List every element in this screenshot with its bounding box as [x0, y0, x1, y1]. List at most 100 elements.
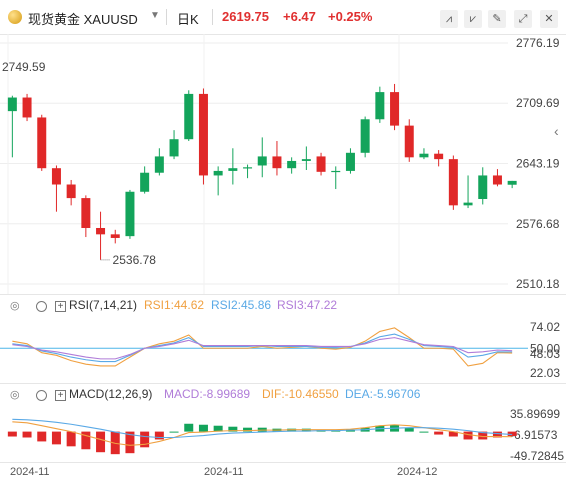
macd-name: MACD(12,26,9)	[69, 387, 153, 401]
add-icon[interactable]: +	[55, 390, 66, 401]
low-annotation: 2536.78	[113, 253, 157, 267]
candle-body	[213, 170, 223, 176]
candle-body	[257, 156, 267, 166]
candle-body	[184, 93, 194, 140]
candle-body	[404, 125, 414, 158]
candle-body	[507, 180, 517, 185]
dea-value: DEA:-5.96706	[345, 387, 421, 401]
y-axis-label: 2510.18	[516, 277, 560, 291]
instrument-name: 现货黄金	[28, 12, 81, 27]
macd-bar	[184, 423, 194, 432]
macd-bar	[96, 431, 106, 453]
candle-body	[448, 159, 458, 206]
chevron-down-icon[interactable]: ▼	[150, 10, 160, 21]
candle-body	[272, 156, 282, 169]
instrument-symbol: XAUUSD	[83, 12, 138, 27]
gold-coin-icon	[8, 10, 22, 24]
gear-icon[interactable]	[36, 390, 47, 401]
candle-body	[7, 97, 17, 112]
candle-body	[287, 160, 297, 169]
rsi-axis-label: 74.02	[530, 320, 560, 334]
macd-bar	[66, 431, 76, 447]
settings-icon[interactable]: ✕	[540, 10, 558, 28]
macd-bar	[198, 424, 208, 432]
candle-body	[419, 153, 429, 158]
candle-up	[345, 148, 355, 174]
candle-down	[448, 155, 458, 210]
candle-body	[301, 159, 311, 161]
candle-up	[213, 166, 223, 196]
candle-up	[7, 95, 17, 158]
high-annotation: 2749.59	[2, 60, 46, 74]
candle-down	[22, 93, 32, 122]
draw-line-icon[interactable]: ⩘	[440, 10, 458, 28]
candle-up	[125, 189, 135, 239]
candle-body	[316, 156, 326, 172]
candle-body	[81, 198, 91, 228]
macd-value: MACD:-8.99689	[164, 387, 251, 401]
candle-body	[360, 119, 370, 153]
candle-body	[125, 191, 135, 237]
candle-up	[228, 148, 238, 185]
candle-body	[375, 92, 385, 120]
rsi-axis-label: 48.03	[530, 347, 560, 361]
y-axis-label: 2776.19	[516, 36, 560, 50]
candle-body	[228, 168, 238, 171]
macd-bar	[7, 431, 17, 437]
candle-down	[272, 141, 282, 176]
gear-icon[interactable]	[36, 301, 47, 312]
macd-pane[interactable]: 35.89699 -6.91573 -49.72845	[0, 405, 566, 462]
add-icon[interactable]: +	[55, 301, 66, 312]
candlestick-chart[interactable]: 2776.19 2709.69 2643.19 2576.68 2510.18 2749.…	[0, 34, 566, 294]
rsi-pane[interactable]: 74.0250.0048.0322.03	[0, 316, 566, 382]
macd-bar	[419, 431, 429, 433]
candle-body	[390, 92, 400, 126]
candle-up	[287, 157, 297, 174]
candle-body	[169, 139, 179, 157]
y-axis-label: 2709.69	[516, 96, 560, 110]
draw-ray-icon[interactable]: ⩗	[464, 10, 482, 28]
candle-down	[390, 83, 400, 131]
candle-up	[463, 175, 473, 209]
macd-bar	[463, 431, 473, 440]
last-price: 2619.75	[222, 9, 269, 24]
y-axis-label: 2643.19	[516, 156, 560, 170]
macd-bar	[434, 431, 444, 435]
pen-icon[interactable]: ✎	[488, 10, 506, 28]
x-axis-label: 2024-12	[397, 466, 438, 478]
candle-up	[243, 164, 253, 179]
expand-icon[interactable]: ⤢	[514, 10, 532, 28]
candle-down	[51, 165, 61, 212]
candle-body	[110, 234, 120, 238]
candle-up	[301, 146, 311, 171]
price-change-percent: +0.25%	[328, 9, 373, 24]
candle-down	[316, 152, 326, 176]
macd-axis-label: -6.91573	[510, 428, 558, 442]
candle-body	[434, 153, 444, 160]
pane-divider	[0, 294, 566, 295]
candle-body	[463, 202, 473, 206]
macd-bar	[169, 431, 179, 433]
candle-up	[140, 166, 150, 194]
candle-body	[37, 117, 47, 169]
instrument-title[interactable]: 现货黄金 XAUUSD	[28, 9, 138, 28]
candle-up	[169, 130, 179, 160]
candle-up	[478, 167, 488, 205]
chart-window: 现货黄金 XAUUSD ▼ 日K 2619.75 +6.47 +0.25% ⩘ …	[0, 0, 566, 485]
macd-axis-label: -49.72845	[510, 449, 564, 462]
candle-body	[154, 156, 164, 173]
chevron-left-icon: ‹	[554, 123, 559, 139]
price-change: +6.47	[283, 9, 316, 24]
macd-bar	[37, 431, 47, 442]
period-selector[interactable]: 日K	[177, 9, 199, 28]
pane-divider	[0, 383, 566, 384]
dif-value: DIF:-10.46550	[262, 387, 339, 401]
candle-down	[37, 114, 47, 171]
macd-bar	[154, 431, 164, 440]
rsi-name: RSI(7,14,21)	[69, 298, 138, 312]
eye-icon[interactable]: ◎	[10, 299, 20, 312]
candle-down	[198, 88, 208, 185]
divider	[212, 9, 213, 25]
candle-body	[243, 167, 253, 169]
eye-icon[interactable]: ◎	[10, 388, 20, 401]
